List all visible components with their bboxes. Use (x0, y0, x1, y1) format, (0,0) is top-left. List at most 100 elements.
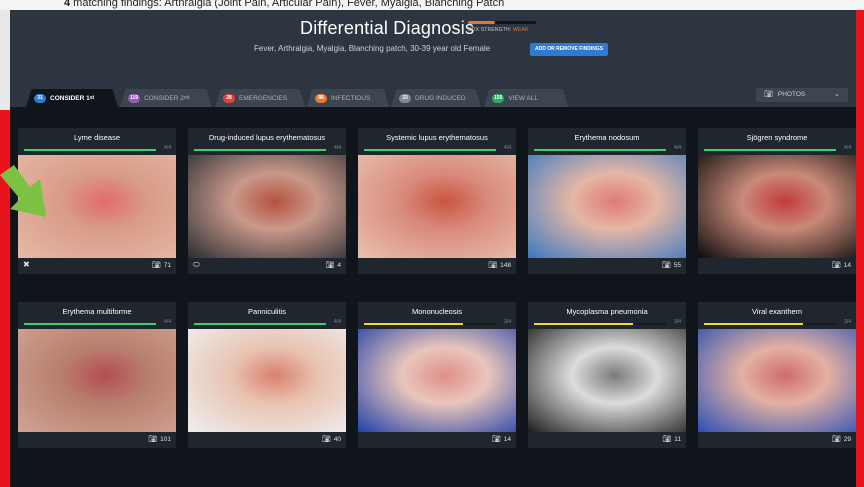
tab-consider-1-st[interactable]: 31 CONSIDER 1st (26, 89, 118, 107)
photo-count: 📷︎ 71 (152, 261, 171, 269)
card-footer: 📷︎ 14 (698, 258, 856, 274)
match-ratio: 4/4 (164, 319, 171, 325)
camera-icon: 📷︎ (488, 262, 498, 269)
tab-count-badge: 119 (128, 93, 141, 103)
diagnosis-card[interactable]: Viral exanthem 3/4 📷︎ 29 (698, 302, 856, 448)
match-ratio: 3/4 (844, 319, 851, 325)
pill-icon: ⬭ (193, 260, 200, 269)
match-ratio: 4/4 (844, 145, 851, 151)
match-progress-fill (534, 149, 666, 151)
diagnosis-photo[interactable] (18, 329, 176, 432)
diagnosis-photo[interactable] (358, 155, 516, 258)
card-footer: 📷︎ 11 (528, 432, 686, 448)
match-progress-bar (194, 149, 326, 151)
ddx-strength-fill (468, 21, 496, 24)
diagnosis-title: Mycoplasma pneumonia (566, 307, 648, 316)
diagnosis-title: Erythema nodosum (574, 133, 640, 142)
match-ratio: 3/4 (504, 319, 511, 325)
match-ratio: 4/4 (334, 145, 341, 151)
photo-count: 📷︎ 55 (662, 261, 681, 269)
tab-view-all[interactable]: 150 VIEW ALL (484, 89, 568, 107)
camera-icon: 📷︎ (148, 436, 158, 443)
card-footer: 📷︎ 55 (528, 258, 686, 274)
match-progress-bar (194, 323, 326, 325)
tab-label: VIEW ALL (508, 94, 538, 102)
camera-icon: 📷︎ (831, 262, 841, 269)
match-progress-bar (24, 323, 156, 325)
photo-count: 📷︎ 148 (488, 261, 511, 269)
diagnosis-title: Mononucleosis (411, 307, 463, 316)
match-progress-bar (364, 323, 496, 325)
diagnosis-photo[interactable] (698, 155, 856, 258)
camera-icon: 📷︎ (151, 262, 161, 269)
photo-count: 📷︎ 14 (832, 261, 851, 269)
camera-icon: 📷︎ (662, 436, 672, 443)
add-remove-findings-button[interactable]: ADD OR REMOVE FINDINGS (530, 43, 609, 56)
diagnosis-photo[interactable] (358, 329, 516, 432)
matching-findings-strip: 4 matching findings: Arthralgia (Joint P… (0, 0, 864, 10)
match-ratio: 4/4 (674, 145, 681, 151)
photo-count-value: 101 (160, 436, 171, 443)
photo-count-value: 11 (674, 436, 681, 443)
match-ratio: 3/4 (674, 319, 681, 325)
camera-icon: 📷︎ (764, 91, 773, 98)
tab-consider-2-nd[interactable]: 119 CONSIDER 2nd (120, 89, 212, 107)
photo-count: 📷︎ 29 (832, 435, 851, 443)
photos-dropdown-label: PHOTOS (777, 91, 806, 98)
tab-count-badge: 88 (315, 93, 327, 103)
match-ratio: 4/4 (504, 145, 511, 151)
diagnosis-title: Panniculitis (248, 307, 286, 316)
photo-count-value: 148 (500, 262, 511, 269)
diagnosis-title: Sjögren syndrome (746, 133, 808, 142)
match-progress-bar (364, 149, 496, 151)
ddx-strength-label: DDX STRENGTH: WEAK (468, 27, 538, 33)
tab-label: CONSIDER 1 (50, 94, 90, 102)
photo-count: 📷︎ 11 (662, 435, 681, 443)
photo-count: 📷︎ 101 (148, 435, 171, 443)
tab-drug-induced[interactable]: 33 DRUG INDUCED (391, 89, 481, 107)
camera-icon: 📷︎ (325, 262, 335, 269)
diagnosis-photo[interactable] (528, 155, 686, 258)
diagnosis-photo[interactable] (188, 155, 346, 258)
diagnosis-card[interactable]: Mononucleosis 3/4 📷︎ 14 (358, 302, 516, 448)
page-title: Differential Diagnosis (300, 18, 475, 38)
diagnosis-photo[interactable] (528, 329, 686, 432)
camera-icon: 📷︎ (491, 436, 501, 443)
diagnosis-card[interactable]: Panniculitis 4/4 📷︎ 40 (188, 302, 346, 448)
camera-icon: 📷︎ (831, 436, 841, 443)
camera-icon: 📷︎ (321, 436, 331, 443)
photo-count-value: 71 (163, 262, 171, 269)
match-progress-fill (24, 149, 156, 151)
diagnosis-card[interactable]: Erythema multiforme 4/4 📷︎ 101 (18, 302, 176, 448)
matching-findings-text: matching findings: Arthralgia (Joint Pai… (70, 0, 505, 9)
tab-emergencies[interactable]: 28 EMERGENCIES (215, 89, 305, 107)
card-footer: 📷︎ 148 (358, 258, 516, 274)
diagnosis-photo[interactable] (698, 329, 856, 432)
diagnosis-title: Drug-induced lupus erythematosus (208, 133, 326, 142)
photo-count: 📷︎ 14 (492, 435, 511, 443)
diagnosis-photo[interactable] (188, 329, 346, 432)
photo-count-value: 40 (333, 436, 341, 443)
tick-icon: ✖︎ (23, 260, 30, 269)
diagnosis-card[interactable]: Erythema nodosum 4/4 📷︎ 55 (528, 128, 686, 274)
match-progress-fill (704, 149, 836, 151)
photo-count: 📷︎ 4 (325, 261, 341, 269)
tab-label-suffix: st (89, 95, 95, 101)
diagnosis-card[interactable]: Systemic lupus erythematosus 4/4 📷︎ 148 (358, 128, 516, 274)
diagnosis-title: Lyme disease (74, 133, 120, 142)
card-footer: 📷︎ 29 (698, 432, 856, 448)
diagnosis-card[interactable]: Mycoplasma pneumonia 3/4 📷︎ 11 (528, 302, 686, 448)
diagnosis-card[interactable]: Drug-induced lupus erythematosus 4/4 ⬭ 📷︎ 4 (188, 128, 346, 274)
ddx-strength-value: WEAK (513, 27, 529, 33)
match-progress-bar (534, 323, 666, 325)
diagnosis-card[interactable]: Sjögren syndrome 4/4 📷︎ 14 (698, 128, 856, 274)
tab-label: DRUG INDUCED (415, 94, 466, 102)
tab-count-badge: 31 (34, 93, 46, 103)
photo-count-value: 29 (843, 436, 851, 443)
findings-subtitle: Fever, Arthralgia, Myalgia, Blanching pa… (254, 44, 491, 53)
card-footer: ⬭ 📷︎ 4 (188, 258, 346, 274)
diagnosis-title: Systemic lupus erythematosus (386, 133, 488, 142)
photos-dropdown[interactable]: 📷︎ PHOTOS ⌄ (756, 88, 848, 102)
match-progress-fill (194, 323, 326, 325)
tab-infectious[interactable]: 88 INFECTIOUS (307, 89, 389, 107)
